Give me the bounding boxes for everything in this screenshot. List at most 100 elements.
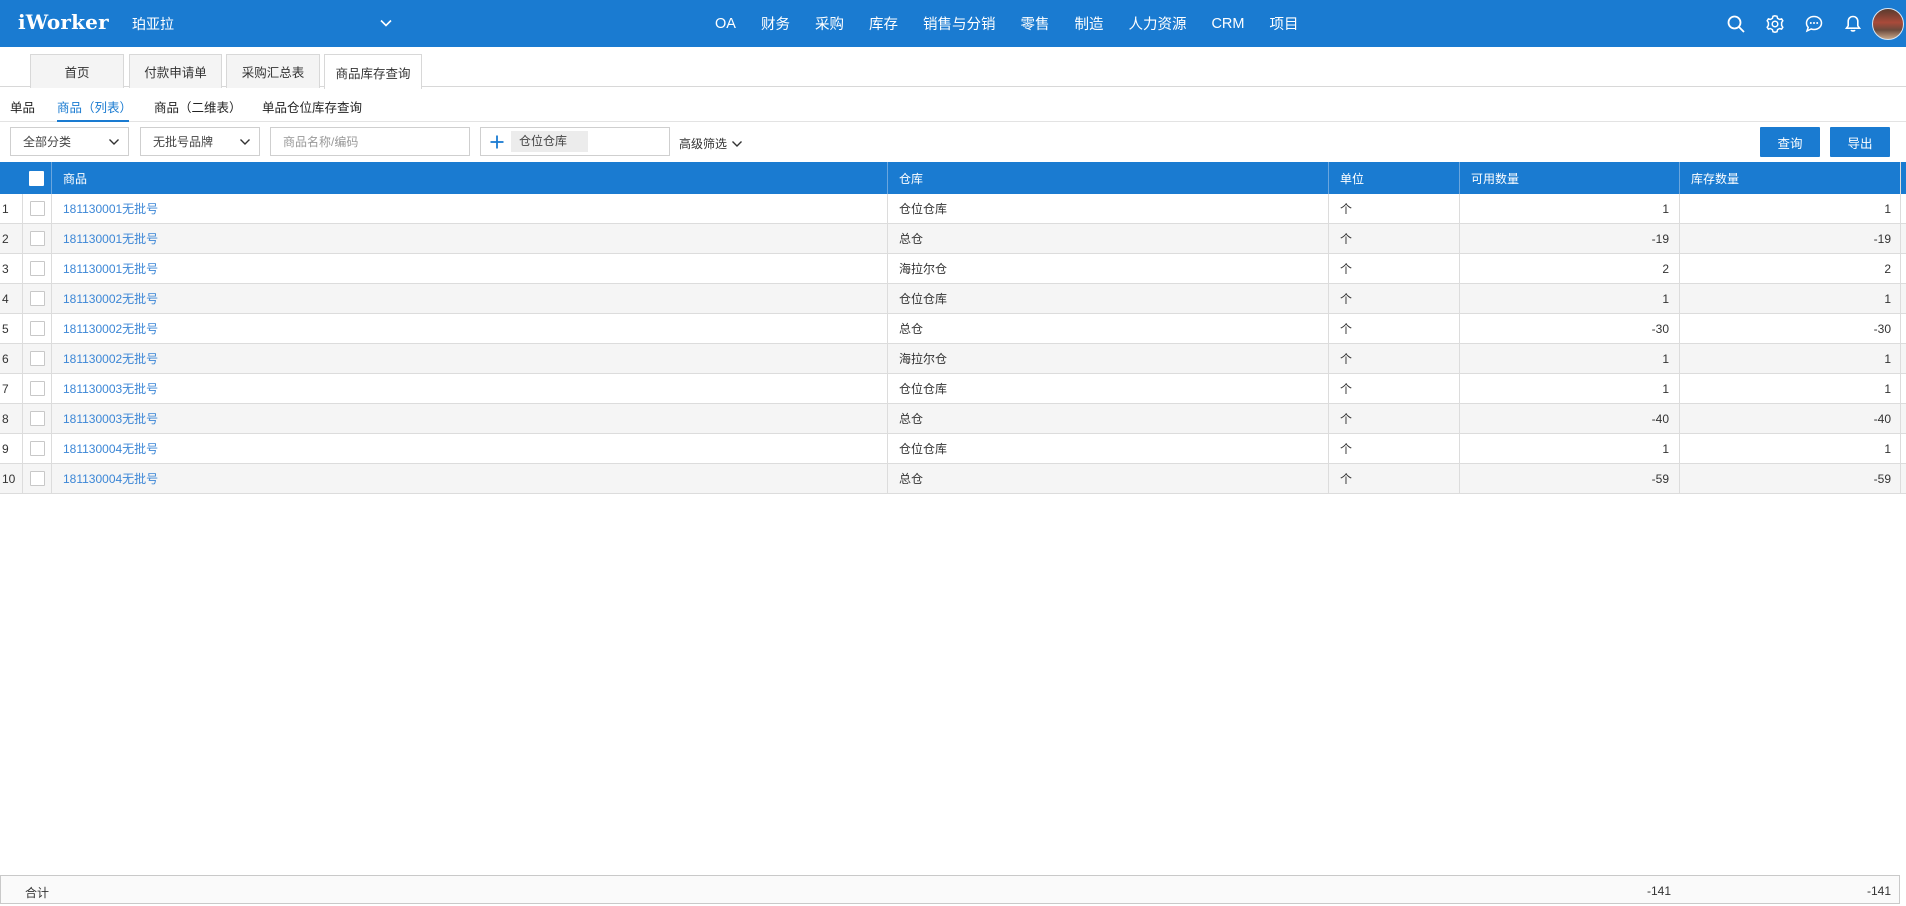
available-qty-cell: 2 [1459,254,1679,283]
product-link[interactable]: 181130003无批号 [51,374,887,403]
advanced-filter-toggle[interactable]: 高级筛选 [679,135,743,152]
table-row[interactable]: 5 181130002无批号 总仓个 -30 -30 [0,314,1906,344]
available-qty-cell: 1 [1459,284,1679,313]
nav-item-hr[interactable]: 人力资源 [1128,13,1186,34]
warehouse-filter[interactable]: 仓位仓库 [480,127,670,156]
subtab-product-matrix[interactable]: 商品（二维表） [154,97,242,116]
column-header-unit[interactable]: 单位 [1328,162,1459,194]
top-bar: iWorker 珀亚拉 OA 财务 采购 库存 销售与分销 零售 制造 人力资源… [0,0,1906,47]
app-logo[interactable]: iWorker [18,10,109,34]
warehouse-cell: 海拉尔仓 [887,254,1328,283]
tab-home[interactable]: 首页 [30,54,124,88]
available-qty-cell: -40 [1459,404,1679,433]
export-button[interactable]: 导出 [1830,127,1890,157]
row-checkbox[interactable] [29,201,45,216]
product-link[interactable]: 181130001无批号 [51,254,887,283]
subtab-product-list[interactable]: 商品（列表） [57,97,132,116]
warehouse-cell: 总仓 [887,224,1328,253]
product-link[interactable]: 181130003无批号 [51,404,887,433]
row-checkbox[interactable] [29,471,45,486]
row-index: 7 [2,381,9,396]
subtab-location-stock[interactable]: 单品仓位库存查询 [262,97,362,116]
available-qty-cell: -30 [1459,314,1679,343]
column-header-stock[interactable]: 库存数量 [1679,162,1901,194]
column-header-warehouse[interactable]: 仓库 [887,162,1328,194]
column-header-product[interactable]: 商品 [51,162,887,194]
avatar[interactable] [1872,8,1904,40]
tab-purchase-summary[interactable]: 采购汇总表 [226,54,320,88]
product-link[interactable]: 181130001无批号 [51,224,887,253]
query-button[interactable]: 查询 [1760,127,1820,157]
unit-cell: 个 [1328,434,1459,463]
stock-qty-cell: 1 [1679,194,1901,223]
tab-payment-request[interactable]: 付款申请单 [129,54,222,88]
product-link[interactable]: 181130002无批号 [51,314,887,343]
tab-inventory-query[interactable]: 商品库存查询 [324,54,422,89]
row-checkbox[interactable] [29,441,45,456]
chevron-down-icon[interactable] [378,15,394,31]
table-row[interactable]: 9 181130004无批号 仓位仓库个 1 1 [0,434,1906,464]
chevron-down-icon [109,139,119,145]
column-header-available[interactable]: 可用数量 [1459,162,1679,194]
nav-item-retail[interactable]: 零售 [1020,13,1049,34]
nav-item-purchase[interactable]: 采购 [815,13,844,34]
row-index: 1 [2,201,9,216]
row-checkbox-cell [22,194,51,223]
table-row[interactable]: 1 181130001无批号 仓位仓库个 1 1 [0,194,1906,224]
product-link[interactable]: 181130002无批号 [51,284,887,313]
table-row[interactable]: 8 181130003无批号 总仓个 -40 -40 [0,404,1906,434]
available-qty-cell: -59 [1459,464,1679,493]
table-row[interactable]: 3 181130001无批号 海拉尔仓个 2 2 [0,254,1906,284]
row-checkbox[interactable] [29,381,45,396]
plus-icon[interactable] [489,134,505,150]
table-row[interactable]: 4 181130002无批号 仓位仓库个 1 1 [0,284,1906,314]
table-row[interactable]: 6 181130002无批号 海拉尔仓个 1 1 [0,344,1906,374]
row-checkbox[interactable] [29,351,45,366]
select-all-checkbox[interactable] [29,170,44,186]
table-row[interactable]: 10 181130004无批号 总仓个 -59 -59 [0,464,1906,494]
nav-item-project[interactable]: 项目 [1269,13,1298,34]
gear-icon[interactable] [1765,14,1785,34]
bell-icon[interactable] [1843,14,1863,34]
nav-item-inventory[interactable]: 库存 [869,13,898,34]
row-checkbox-cell [22,404,51,433]
row-checkbox-cell [22,224,51,253]
nav-item-crm[interactable]: CRM [1211,16,1244,32]
product-link[interactable]: 181130001无批号 [51,194,887,223]
unit-cell: 个 [1328,344,1459,373]
stock-qty-cell: -40 [1679,404,1901,433]
unit-cell: 个 [1328,374,1459,403]
product-link[interactable]: 181130002无批号 [51,344,887,373]
available-qty-cell: 1 [1459,194,1679,223]
chat-icon[interactable] [1804,14,1824,34]
warehouse-cell: 仓位仓库 [887,434,1328,463]
nav-item-finance[interactable]: 财务 [761,13,790,34]
row-checkbox[interactable] [29,411,45,426]
product-search-input[interactable] [270,127,470,156]
product-link[interactable]: 181130004无批号 [51,464,887,493]
header-actions [1686,0,1906,47]
category-select[interactable]: 全部分类 [10,127,129,156]
row-checkbox[interactable] [29,291,45,306]
brand-select-value: 无批号品牌 [153,135,214,149]
company-name[interactable]: 珀亚拉 [132,14,174,34]
row-checkbox[interactable] [29,321,45,336]
row-index: 9 [2,441,9,456]
nav-item-sales[interactable]: 销售与分销 [923,13,996,34]
footer-total-available: -141 [1646,884,1671,898]
warehouse-chip[interactable]: 仓位仓库 [511,131,588,152]
row-checkbox[interactable] [29,261,45,276]
table-row[interactable]: 2 181130001无批号 总仓个 -19 -19 [0,224,1906,254]
product-link[interactable]: 181130004无批号 [51,434,887,463]
nav-item-manufacturing[interactable]: 制造 [1074,13,1103,34]
nav-item-oa[interactable]: OA [715,16,736,32]
subtab-single-item[interactable]: 单品 [10,97,35,116]
row-checkbox-cell [22,464,51,493]
row-checkbox[interactable] [29,231,45,246]
brand-select[interactable]: 无批号品牌 [140,127,260,156]
chevron-down-icon [732,140,743,147]
unit-cell: 个 [1328,284,1459,313]
warehouse-cell: 仓位仓库 [887,284,1328,313]
search-icon[interactable] [1726,14,1746,34]
table-row[interactable]: 7 181130003无批号 仓位仓库个 1 1 [0,374,1906,404]
